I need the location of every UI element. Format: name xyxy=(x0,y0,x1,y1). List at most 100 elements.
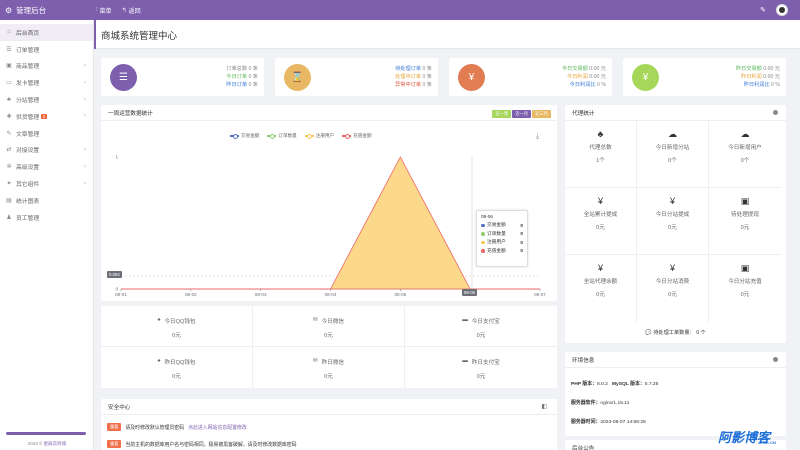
avatar[interactable] xyxy=(776,4,788,16)
sidebar-scrollbar[interactable] xyxy=(6,432,86,435)
ticket-count: 0 个 xyxy=(696,330,706,336)
download-icon[interactable]: ⤓ xyxy=(536,133,539,141)
money-icon: ▣ xyxy=(740,263,750,273)
sidebar-item-2[interactable]: ▣ 商品管理 ‹ xyxy=(0,58,93,75)
sidebar-footer: 2023 © 星辰云商城 xyxy=(0,430,94,450)
chevron-left-icon: ‹ xyxy=(84,96,86,103)
stat-row: 异常中订单 0 条 xyxy=(395,82,432,89)
stat-row: 昨日利润比 0 % xyxy=(743,82,780,89)
security-row-0: 重要 请及时修改默认管理员密码 点此进入网站信息配置修改 xyxy=(107,423,247,431)
chevron-left-icon: ‹ xyxy=(84,163,86,170)
wechat-icon: ✉ xyxy=(312,358,318,364)
range-button-0[interactable]: 近一周 xyxy=(492,110,512,118)
sidebar-item-label: 高级设置 xyxy=(16,165,40,172)
sidebar-item-0[interactable]: ⌂ 后台首页 xyxy=(0,24,93,41)
axis-pointer-y-label: 0.094 xyxy=(107,271,122,278)
sidebar-item-11[interactable]: ♟ 员工管理 xyxy=(0,209,93,226)
yuan-icon: ¥ xyxy=(597,196,603,206)
wrench-icon[interactable]: ✎ xyxy=(760,6,766,14)
stat-row: 昨日交易额 0.00 元 xyxy=(735,66,780,72)
yuan-icon: ¥ xyxy=(458,64,485,91)
security-fix-link[interactable]: 点此进入网站信息配置修改 xyxy=(188,424,247,431)
sidebar-item-7[interactable]: ⇄ 对接设置 ‹ xyxy=(0,142,93,159)
sidebar-item-label: 文章管理 xyxy=(16,131,40,138)
sidebar-item-label: 后台首页 xyxy=(16,30,40,37)
sidebar-item-label: 供货管理 xyxy=(16,114,40,121)
yuan-icon: ¥ xyxy=(632,64,659,91)
sidebar-item-label: 其它组件 xyxy=(16,182,40,189)
agent-cell-3: ¥ 全站累计提成 0元 xyxy=(565,188,637,255)
env-server-row: 服务器软件：nginx/1.15.11 xyxy=(571,401,630,406)
sitemap-icon: ♣ xyxy=(597,129,604,139)
agent-cell-0: ♣ 代理总数 1个 xyxy=(565,121,637,188)
alipay-icon: ▬ xyxy=(462,317,468,323)
chevron-left-icon: ‹ xyxy=(84,180,86,187)
legend-item-3[interactable]: 充值金额 xyxy=(342,133,372,139)
home-icon: ⌂ xyxy=(7,29,11,36)
payment-cell-2: ▬ 今日支付宝 0元 xyxy=(405,306,557,347)
back-button[interactable]: ↰ 返回 xyxy=(122,6,141,15)
agent-panel: 代理统计 ♣ 代理总数 1个 ☁ 今日新增分站 0个 ☁ 今日新增用户 0个 ¥ 全站累计提成 0元 ¥… xyxy=(565,105,786,343)
chevron-left-icon: ‹ xyxy=(84,62,86,69)
sidebar-item-label: 订单管理 xyxy=(16,47,40,54)
range-button-2[interactable]: 近三月 xyxy=(532,110,551,118)
cloud-icon: ☁ xyxy=(668,129,677,139)
important-badge: 重要 xyxy=(107,440,122,448)
info-icon[interactable] xyxy=(773,357,778,362)
sitemap-icon: ♣ xyxy=(7,96,11,103)
article-icon: ✎ xyxy=(6,130,12,137)
sidebar-item-label: 发卡管理 xyxy=(16,81,40,88)
sidebar-item-10[interactable]: ▤ 统计图表 xyxy=(0,192,93,209)
sidebar-item-4[interactable]: ♣ 分站管理 ‹ xyxy=(0,91,93,108)
tooltip-title: 08-06 xyxy=(481,214,493,219)
sidebar-item-1[interactable]: ☰ 订单管理 xyxy=(0,41,93,58)
menu-button[interactable]: ⫶ 菜单 xyxy=(96,6,112,15)
sidebar-item-6[interactable]: ✎ 文章管理 xyxy=(0,125,93,142)
yuan-icon: ¥ xyxy=(597,263,603,273)
ticket-label: 待处理工单数量： xyxy=(653,330,695,336)
collapse-icon[interactable]: ◧ xyxy=(541,403,547,410)
copyright-link[interactable]: 星辰云商城 xyxy=(44,441,67,446)
legend-item-1[interactable]: 订单数量 xyxy=(267,133,297,139)
page-title-bar: 商城系统管理中心 xyxy=(94,20,800,49)
app-title: 管理后台 xyxy=(16,5,47,15)
chevron-left-icon: ‹ xyxy=(84,146,86,153)
chart-legend: 交易金额 订单数量 注册用户 充值金额 xyxy=(230,133,372,139)
card-icon: ▭ xyxy=(6,80,12,87)
title-accent xyxy=(94,20,96,49)
back-icon: ↰ xyxy=(121,7,127,14)
chart-icon: ▤ xyxy=(6,197,12,204)
plugin-icon: ✦ xyxy=(6,181,12,188)
sidebar-item-8[interactable]: ✲ 高级设置 ‹ xyxy=(0,158,93,175)
legend-item-2[interactable]: 注册用户 xyxy=(304,133,334,139)
sidebar-item-label: 分站管理 xyxy=(16,98,40,105)
sidebar: ⌂ 后台首页 ☰ 订单管理 ▣ 商品管理 ‹ ▭ 发卡管理 ‹ ♣ 分站管理 ‹ ✚ 供货管理 0 ‹ ✎ 文章管理… xyxy=(0,20,94,450)
stat-card-2: ¥ 今日交易额 0.00 元今日利润 0.00 元今日利润比 0 % xyxy=(449,58,612,96)
yuan-icon: ¥ xyxy=(669,196,675,206)
payment-cell-1: ✉ 今日微信 0元 xyxy=(253,306,405,347)
agent-panel-dot-icon[interactable] xyxy=(773,110,778,115)
stat-card-3: ¥ 昨日交易额 0.00 元昨日利润 0.00 元昨日利润比 0 % xyxy=(623,58,786,96)
sidebar-item-5[interactable]: ✚ 供货管理 0 ‹ xyxy=(0,108,93,125)
stat-row: 今日订单 0 条 xyxy=(226,74,258,81)
supply-icon: ✚ xyxy=(6,113,12,120)
chevron-left-icon: ‹ xyxy=(84,79,86,86)
top-bar: ⚙ 管理后台 ⫶ 菜单 ↰ 返回 ✎ xyxy=(0,0,800,20)
qq-icon: ♠ xyxy=(157,317,161,323)
alipay-icon: ▬ xyxy=(462,358,468,364)
sidebar-item-3[interactable]: ▭ 发卡管理 ‹ xyxy=(0,74,93,91)
legend-item-0[interactable]: 交易金额 xyxy=(230,133,259,139)
brand[interactable]: ⚙ 管理后台 xyxy=(0,0,94,20)
range-button-1[interactable]: 近一月 xyxy=(512,110,532,118)
security-row-1: 重要 当前主机的数据库用户名与密码相同，极易被黑客破解，请及时修改数据库密码 xyxy=(107,440,297,448)
sidebar-item-label: 商品管理 xyxy=(16,64,40,71)
agent-cell-5: ▣ 待处理提现 0元 xyxy=(709,188,781,255)
payment-cell-4: ✉ 昨日微信 0元 xyxy=(253,347,405,388)
sidebar-badge: 0 xyxy=(41,113,47,119)
axis-pointer-x-label: 08-06 xyxy=(462,289,477,296)
logo-icon: ⚙ xyxy=(5,5,13,15)
sidebar-item-9[interactable]: ✦ 其它组件 ‹ xyxy=(0,175,93,192)
list-icon: ☰ xyxy=(6,46,12,53)
payment-cell-5: ▬ 昨日支付宝 0元 xyxy=(462,358,500,380)
stat-row: 昨日利润 0.00 元 xyxy=(741,74,780,81)
